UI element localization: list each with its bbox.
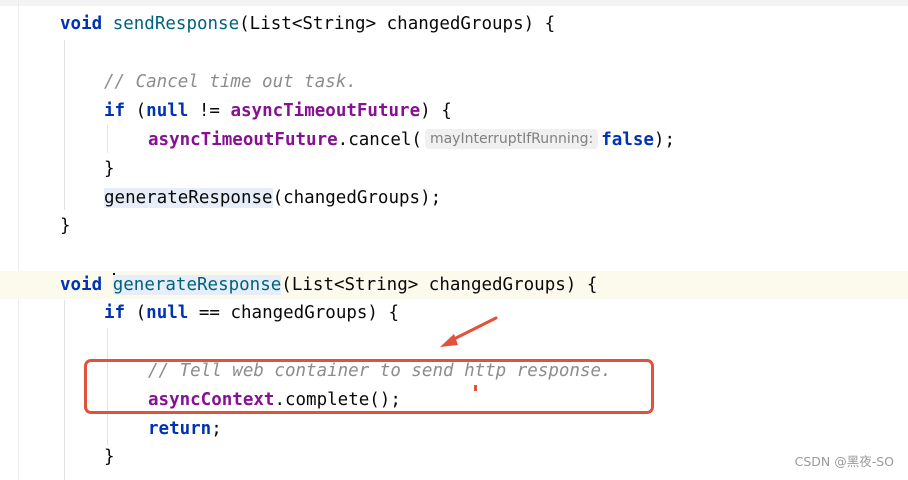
keyword-null: null [146, 303, 189, 323]
method-signature: (List<String> changedGroups) { [239, 14, 556, 34]
method-name-first-char: g [112, 275, 124, 295]
code-line-5[interactable]: } [104, 155, 115, 183]
method-name-generateResponse: enerateResponse [123, 275, 282, 295]
method-call-generateResponse: generateResponse [104, 188, 273, 208]
code-token: ) { [420, 101, 452, 121]
code-line-7[interactable]: } [60, 212, 71, 240]
code-comment: // Cancel time out task. [104, 72, 357, 92]
field-asyncTimeoutFuture: asyncTimeoutFuture [148, 130, 338, 150]
watermark: CSDN @黑夜-SO [794, 454, 894, 469]
keyword-if: if [104, 303, 126, 323]
method-signature: (List<String> changedGroups) { [281, 275, 598, 295]
indent-guide [64, 300, 65, 480]
code-line-3[interactable]: if (null != asyncTimeoutFuture) { [104, 97, 452, 125]
code-line-9[interactable]: if (null == changedGroups) { [104, 299, 399, 327]
gutter-divider [18, 0, 19, 480]
code-line-1[interactable]: void sendResponse(List<String> changedGr… [60, 10, 555, 38]
code-line-2[interactable]: // Cancel time out task. [104, 68, 357, 96]
keyword-void: void [60, 14, 103, 34]
annotation-highlight-box [84, 359, 654, 414]
code-token: ); [653, 130, 675, 150]
keyword-void: void [60, 275, 103, 295]
parameter-hint: mayInterruptIfRunning: [424, 129, 599, 149]
keyword-return: return [148, 419, 212, 439]
keyword-null: null [146, 101, 189, 121]
method-name-sendResponse: sendResponse [112, 14, 240, 34]
code-token: == changedGroups) { [188, 303, 400, 323]
indent-guide [107, 125, 108, 153]
code-token: ( [125, 101, 147, 121]
editor-top-strip [0, 0, 908, 6]
code-token: } [104, 447, 115, 467]
code-token: ; [211, 419, 222, 439]
code-line-6[interactable]: generateResponse(changedGroups); [104, 184, 441, 212]
code-token: .cancel( [337, 130, 422, 150]
annotation-arrow-icon [440, 316, 498, 347]
keyword-if: if [104, 101, 126, 121]
field-asyncTimeoutFuture: asyncTimeoutFuture [230, 101, 421, 121]
indent-guide [64, 40, 65, 210]
code-token: != [188, 101, 231, 121]
keyword-false: false [601, 130, 654, 150]
code-token: } [104, 159, 115, 179]
code-token: (changedGroups); [272, 188, 442, 208]
annotation-mark [474, 385, 477, 391]
code-line-8[interactable]: void generateResponse(List<String> chang… [60, 271, 597, 299]
code-line-13[interactable]: } [104, 443, 115, 471]
code-token: ( [125, 303, 147, 323]
code-line-12[interactable]: return; [148, 415, 222, 443]
code-token: } [60, 216, 71, 236]
code-line-4[interactable]: asyncTimeoutFuture.cancel(mayInterruptIf… [148, 126, 675, 154]
